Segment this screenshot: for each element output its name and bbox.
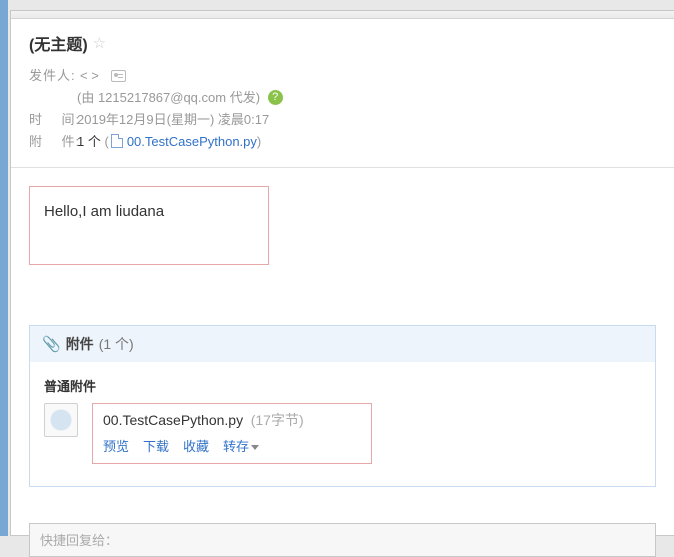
quick-reply-wrap (11, 523, 674, 557)
attachment-meta-box: 00.TestCasePython.py (17字节) 预览 下载 收藏 转存 (92, 403, 372, 464)
sender-address-brackets: < > (80, 68, 99, 83)
help-icon[interactable]: ? (268, 90, 283, 105)
sender-label: 发件人: (29, 65, 77, 87)
time-value: 2019年12月9日(星期一) 凌晨0:17 (77, 109, 269, 131)
sender-value: < > (77, 65, 126, 87)
file-icon (111, 134, 123, 148)
window-left-edge (0, 0, 8, 536)
favorite-link[interactable]: 收藏 (183, 436, 209, 455)
paperclip-icon: 📎 (42, 335, 61, 353)
attach-count: 1 个 (77, 134, 101, 149)
attachment-size: (17字节) (251, 412, 304, 428)
email-body-text: Hello,I am liudana (44, 203, 164, 220)
open-paren: ( (104, 134, 108, 149)
sent-by-line: (由 1215217867@qq.com 代发) ? (29, 87, 656, 109)
attachments-header: 📎 附件(1 个) (30, 326, 655, 362)
quick-reply-input[interactable] (40, 524, 645, 556)
sent-by-prefix: (由 (77, 90, 98, 105)
attachments-count: (1 个) (99, 334, 134, 354)
forward-link[interactable]: 转存 (223, 436, 259, 455)
attachment-filename-row: 00.TestCasePython.py (17字节) (103, 410, 361, 430)
quick-reply-bar (29, 523, 656, 557)
download-link[interactable]: 下载 (143, 436, 169, 455)
attachments-title: 附件 (66, 334, 94, 354)
sent-by-email: 1215217867@qq.com (98, 90, 226, 105)
forward-label: 转存 (223, 439, 249, 454)
attachments-body: 普通附件 00.TestCasePython.py (17字节) 预览 下载 收… (30, 362, 655, 486)
normal-attachments-label: 普通附件 (44, 376, 641, 395)
attach-label: 附 件: (29, 131, 77, 153)
time-row: 时 间: 2019年12月9日(星期一) 凌晨0:17 (29, 109, 656, 131)
subject-text: (无主题) (29, 31, 88, 55)
sender-row: 发件人: < > (29, 65, 656, 87)
attachment-item: 00.TestCasePython.py (17字节) 预览 下载 收藏 转存 (44, 403, 641, 464)
vcard-icon[interactable] (111, 70, 126, 82)
email-header: (无主题) ☆ 发件人: < > (由 1215217867@qq.com 代发… (11, 11, 674, 168)
attach-value: 1 个 (00.TestCasePython.py) (77, 131, 261, 153)
close-paren: ) (257, 134, 261, 149)
attach-filename-link[interactable]: 00.TestCasePython.py (127, 134, 257, 149)
attachment-thumb-icon[interactable] (44, 403, 78, 437)
attachment-actions: 预览 下载 收藏 转存 (103, 436, 361, 455)
star-icon[interactable]: ☆ (93, 34, 106, 52)
attach-row: 附 件: 1 个 (00.TestCasePython.py) (29, 131, 656, 153)
email-body-area: Hello,I am liudana 📎 附件(1 个) 普通附件 00.Tes… (11, 168, 674, 505)
chevron-down-icon (251, 445, 259, 450)
toolbar-strip (11, 11, 674, 19)
sent-by-suffix: 代发) (226, 90, 260, 105)
email-body-highlight: Hello,I am liudana (29, 186, 269, 265)
email-view-panel: (无主题) ☆ 发件人: < > (由 1215217867@qq.com 代发… (10, 10, 674, 536)
preview-link[interactable]: 预览 (103, 436, 129, 455)
subject-line: (无主题) ☆ (29, 31, 656, 55)
attachments-section: 📎 附件(1 个) 普通附件 00.TestCasePython.py (17字… (29, 325, 656, 487)
time-label: 时 间: (29, 109, 77, 131)
attachment-filename: 00.TestCasePython.py (103, 412, 243, 428)
